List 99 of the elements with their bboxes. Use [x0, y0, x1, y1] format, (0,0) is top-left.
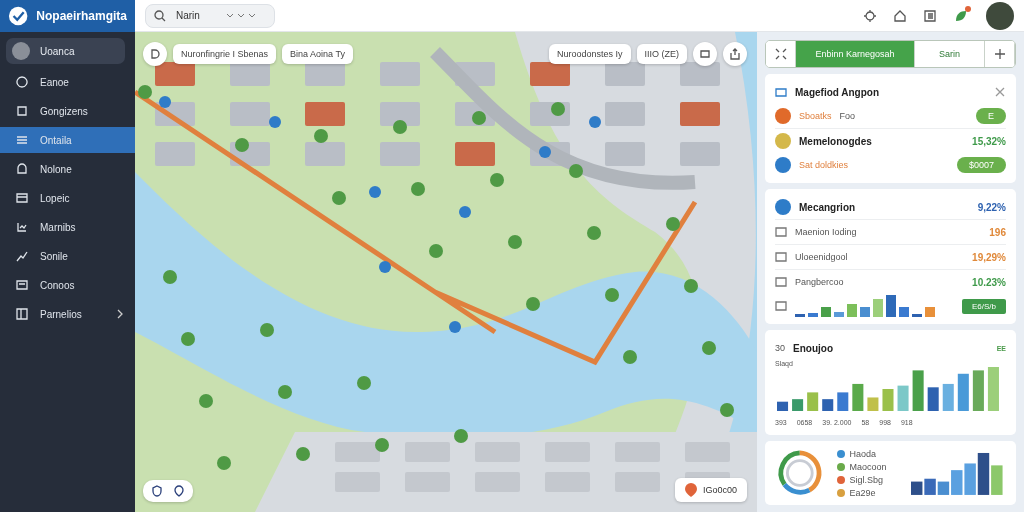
sidebar-item[interactable]: Marnibs [0, 214, 135, 240]
card-title: Enoujoo [793, 342, 834, 354]
chart-bar [886, 295, 896, 317]
donut-inner-ring [785, 459, 814, 487]
chart-bar [822, 399, 834, 411]
location-text: IGo0c00 [702, 485, 737, 495]
share-icon [729, 48, 741, 60]
chart-bar [942, 383, 954, 411]
row-value: 9,22% [977, 201, 1006, 213]
row-note: Foo [839, 111, 856, 121]
value-badge: $0007 [956, 157, 1006, 173]
card-title: Mecangrion [799, 201, 857, 213]
sidebar-item[interactable]: Parnelios [0, 301, 135, 327]
chart-bar [964, 463, 976, 495]
menu-item-icon [16, 105, 28, 117]
sidebar-item[interactable]: Ontaila [0, 127, 135, 153]
menu-item-icon [16, 250, 28, 262]
chart-bar [897, 385, 909, 411]
chart-bar [912, 314, 922, 317]
chart-bar [899, 307, 909, 317]
close-icon [994, 86, 1006, 98]
filter-chip[interactable]: Nuroodonstes Iy [548, 44, 631, 64]
menu-item-icon [16, 279, 28, 291]
heart-pin-icon [684, 483, 697, 497]
chart-bar [925, 307, 935, 317]
chart-bar [912, 370, 924, 411]
notification-button[interactable] [954, 8, 968, 23]
chart-bar [924, 478, 936, 495]
sidebar-item[interactable]: Conoos [0, 272, 135, 298]
search-icon [154, 9, 166, 22]
check-logo-icon [8, 5, 29, 27]
chevron-icon [226, 11, 256, 20]
chart-bar [873, 299, 883, 317]
row-value: 19,29% [972, 251, 1006, 263]
chart-bar [867, 397, 879, 411]
shield-icon [151, 485, 163, 497]
legend-label: Sigl.Sbg [849, 474, 884, 485]
grid-icon [993, 48, 1006, 60]
row-label: Uloeenidgool [795, 252, 848, 262]
user-avatar[interactable] [986, 1, 1014, 30]
row-label: Pangbercoo [795, 277, 844, 287]
filter-chip[interactable]: IIIO (ZE) [636, 44, 687, 64]
user-profile[interactable]: Uoanca [6, 38, 125, 64]
row-label: Sat doldkies [799, 160, 849, 170]
filter-chip[interactable]: Nuronfingrie I Sbenas [173, 44, 277, 64]
expand-icon [774, 48, 787, 60]
row-label: Maenion Ioding [795, 227, 857, 237]
chart-bar [972, 370, 984, 411]
chart-bar [795, 314, 805, 317]
chart-bar [777, 401, 789, 411]
square-icon [699, 48, 711, 60]
chart-bar [957, 373, 969, 411]
menu-item-icon [16, 163, 28, 175]
menu-item-icon [16, 221, 28, 233]
chart-bar [987, 367, 999, 411]
value-badge: E [976, 108, 1006, 124]
chart-bar [808, 313, 818, 317]
chart-bar [927, 387, 939, 411]
leaf-icon [954, 8, 968, 23]
row-label: Memelonogdes [799, 135, 873, 147]
row-value: 196 [989, 226, 1006, 238]
axis-label: 30 [775, 343, 785, 353]
home-icon [894, 9, 906, 22]
avatar [12, 42, 30, 60]
legend-label: Ea29e [849, 487, 876, 498]
chart-bar [837, 392, 849, 411]
card-title: Magefiod Angpon [795, 86, 881, 98]
chart-bar [807, 392, 819, 411]
menu-item-icon [16, 308, 28, 320]
chart-bar [834, 312, 844, 317]
app-title: Nopaeirhamgita [36, 9, 127, 23]
chart-bar [882, 389, 894, 411]
sidebar-item[interactable]: Eanoe [0, 69, 135, 95]
search-field[interactable]: Narin [174, 9, 218, 22]
row-label: Sboatks [799, 111, 832, 121]
chart-bar [860, 307, 870, 317]
filter-chip[interactable]: Bina Aoina Ty [282, 44, 353, 64]
chart-bar [821, 307, 831, 317]
chart-bar [852, 383, 864, 411]
menu-item-icon [16, 76, 28, 88]
pin-icon [173, 485, 185, 497]
chart-bar [847, 304, 857, 317]
menu-item-icon [16, 192, 28, 204]
home-button[interactable] [894, 9, 906, 22]
sidebar-item[interactable]: Nolone [0, 156, 135, 182]
chart-bar [910, 481, 923, 495]
legend-label: Maocoon [849, 461, 887, 472]
chart-bar [792, 399, 804, 411]
legend-label: Haoda [849, 448, 877, 459]
row-value: 15,32% [972, 135, 1006, 147]
user-name: Uoanca [40, 45, 75, 57]
status-icon [775, 199, 791, 215]
sidebar-item[interactable]: Lopeic [0, 185, 135, 211]
menu-item-icon [16, 134, 28, 146]
sidebar-item[interactable]: Gongizens [0, 98, 135, 124]
value-badge: E6/S/b [962, 298, 1006, 314]
row-value: 10.23% [972, 276, 1006, 288]
sidebar-item[interactable]: Sonile [0, 243, 135, 269]
location-badge[interactable]: IGo0c00 [674, 478, 747, 502]
